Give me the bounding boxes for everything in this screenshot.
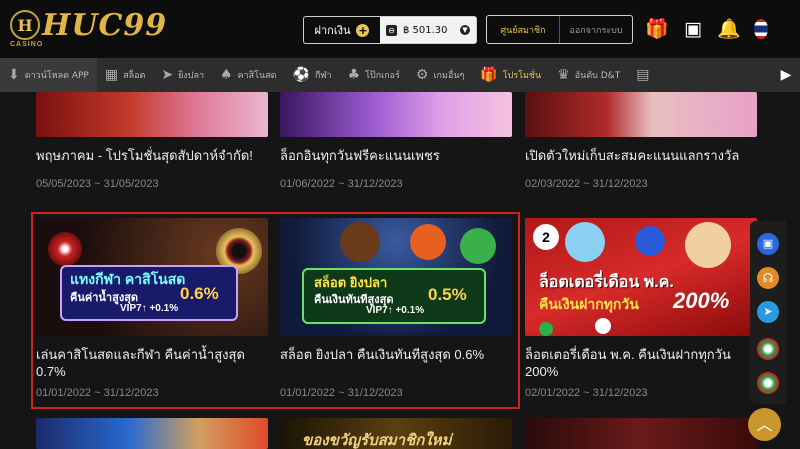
film-icon: ▤ [636,67,650,83]
promo-card[interactable]: พฤษภาคม - โปรโมชั่นสุดสัปดาห์จำกัด! 05/0… [36,92,268,190]
casino-icon: ♠ [220,67,233,83]
lottery-ball-icon [539,322,553,336]
logout-button[interactable]: ออกจากระบบ [559,16,632,43]
member-center-button[interactable]: ศูนย์สมาชิก [487,16,559,43]
promo-card[interactable]: ของขวัญรับสมาชิกใหม่ [280,418,512,449]
balance-value: ฿ 501.30 [403,24,448,36]
nav-item-ranking[interactable]: ♛ อันดับ D&T [549,58,628,92]
fortune-icon[interactable] [757,338,779,360]
telegram-icon[interactable]: ➤ [757,301,779,323]
promo-title: ล็อตเตอรี่เดือน พ.ค. คืนเงินฝากทุกวัน 20… [525,347,731,379]
mascot-character [565,222,605,262]
treasure-icon[interactable]: ▣ [681,17,705,41]
promo-banner: ของขวัญรับสมาชิกใหม่ [280,418,512,449]
fortune-icon[interactable] [757,372,779,394]
promo-banner [36,418,268,449]
promo-title: พฤษภาคม - โปรโมชั่นสุดสัปดาห์จำกัด! [36,148,253,163]
poker-icon: ♣ [347,67,361,83]
app-icon[interactable]: ▣ [757,233,779,255]
promo-card[interactable]: ล็อกอินทุกวันฟรีคะแนนเพชร 01/06/2022 ~ 3… [280,92,512,190]
promo-date: 02/03/2022 ~ 31/12/2023 [525,178,648,190]
lottery-ball-icon [595,318,611,334]
headset-icon[interactable]: ☊ [757,267,779,289]
promo-title: เปิดตัวใหม่เก็บสะสมคะแนนแลกรางวัล [525,148,740,163]
selection-highlight [31,212,520,409]
hide-balance-icon[interactable]: ⊖ [386,24,397,36]
promo-date: 01/06/2022 ~ 31/12/2023 [280,178,403,190]
fish-icon: ➤ [161,67,174,83]
nav-item-sports[interactable]: ⚽ กีฬา [285,58,340,92]
nav-item-more[interactable]: ▤ [628,58,657,92]
scroll-top-button[interactable]: ︿ [748,408,781,441]
logo-subtext: CASINO [10,41,44,48]
nav-item-download[interactable]: ⬇ ดาวน์โหลด APP [0,58,97,92]
nav-item-poker[interactable]: ♣ โป๊กเกอร์ [340,58,408,92]
slot-icon: ▦ [104,67,119,83]
nav-item-live-casino[interactable]: ♠ คาสิโนสด [212,58,284,92]
top-header: H HUC99 CASINO ฝากเงิน + ⊖ ฿ 501.30 ▼ ศู… [0,0,800,58]
deposit-label: ฝากเงิน [314,24,351,37]
crown-icon: ♛ [557,67,570,83]
promo-card[interactable]: เปิดตัวใหม่เก็บสะสมคะแนนแลกรางวัล 02/03/… [525,92,757,190]
nav-item-promotion[interactable]: 🎁 โปรโมชั่น [472,58,549,92]
promo-date: 02/01/2022 ~ 31/12/2023 [525,387,648,399]
promo-banner: 2 ล็อตเตอรี่เดือน พ.ค. คืนเงินฝากทุกวัน … [525,218,757,336]
nav-item-slot[interactable]: ▦ สล็อต [97,58,154,92]
bell-icon[interactable]: 🔔 [717,17,741,41]
promo-card[interactable] [525,418,757,449]
logo-emblem: H [10,10,40,40]
promo-banner [525,418,757,449]
logo-text: HUC99 [42,8,168,43]
floating-sidebar: ▣ ☊ ➤ [750,221,786,404]
promo-title: ล็อกอินทุกวันฟรีคะแนนเพชร [280,148,440,163]
thai-flag-icon[interactable] [754,19,768,39]
promo-card[interactable] [36,418,268,449]
member-box: ศูนย์สมาชิก ออกจากระบบ [486,15,633,44]
plus-icon: + [356,23,370,37]
promo-date: 05/05/2023 ~ 31/05/2023 [36,178,159,190]
deposit-button[interactable]: ฝากเงิน + [304,17,380,43]
nav-next-arrow[interactable]: ▶ [772,58,800,92]
gift-box-icon[interactable]: 🎁 [645,17,669,41]
main-nav: ⬇ ดาวน์โหลด APP ▦ สล็อต ➤ ยิงปลา ♠ คาสิโนสด … [0,58,800,92]
gift-icon: 🎁 [480,67,498,83]
promo-banner [525,92,757,137]
game-icon: ⚙ [415,67,429,83]
chevron-down-icon[interactable]: ▼ [460,25,470,35]
lion-dance-character [685,222,731,268]
download-icon: ⬇ [8,67,20,83]
lottery-ball-icon [635,226,665,256]
promo-banner [280,92,512,137]
balance-box: ฝากเงิน + ⊖ ฿ 501.30 ▼ [303,16,477,44]
balance-display: ⊖ ฿ 501.30 ▼ [380,17,476,43]
logo[interactable]: H HUC99 CASINO [10,8,166,50]
nav-item-fishing[interactable]: ➤ ยิงปลา [153,58,212,92]
nav-item-other-games[interactable]: ⚙ เกมอื่นๆ [408,58,472,92]
lottery-ball-icon: 2 [533,224,559,250]
football-icon: ⚽ [292,67,310,83]
promo-banner [36,92,268,137]
promo-card[interactable]: 2 ล็อตเตอรี่เดือน พ.ค. คืนเงินฝากทุกวัน … [525,218,757,399]
